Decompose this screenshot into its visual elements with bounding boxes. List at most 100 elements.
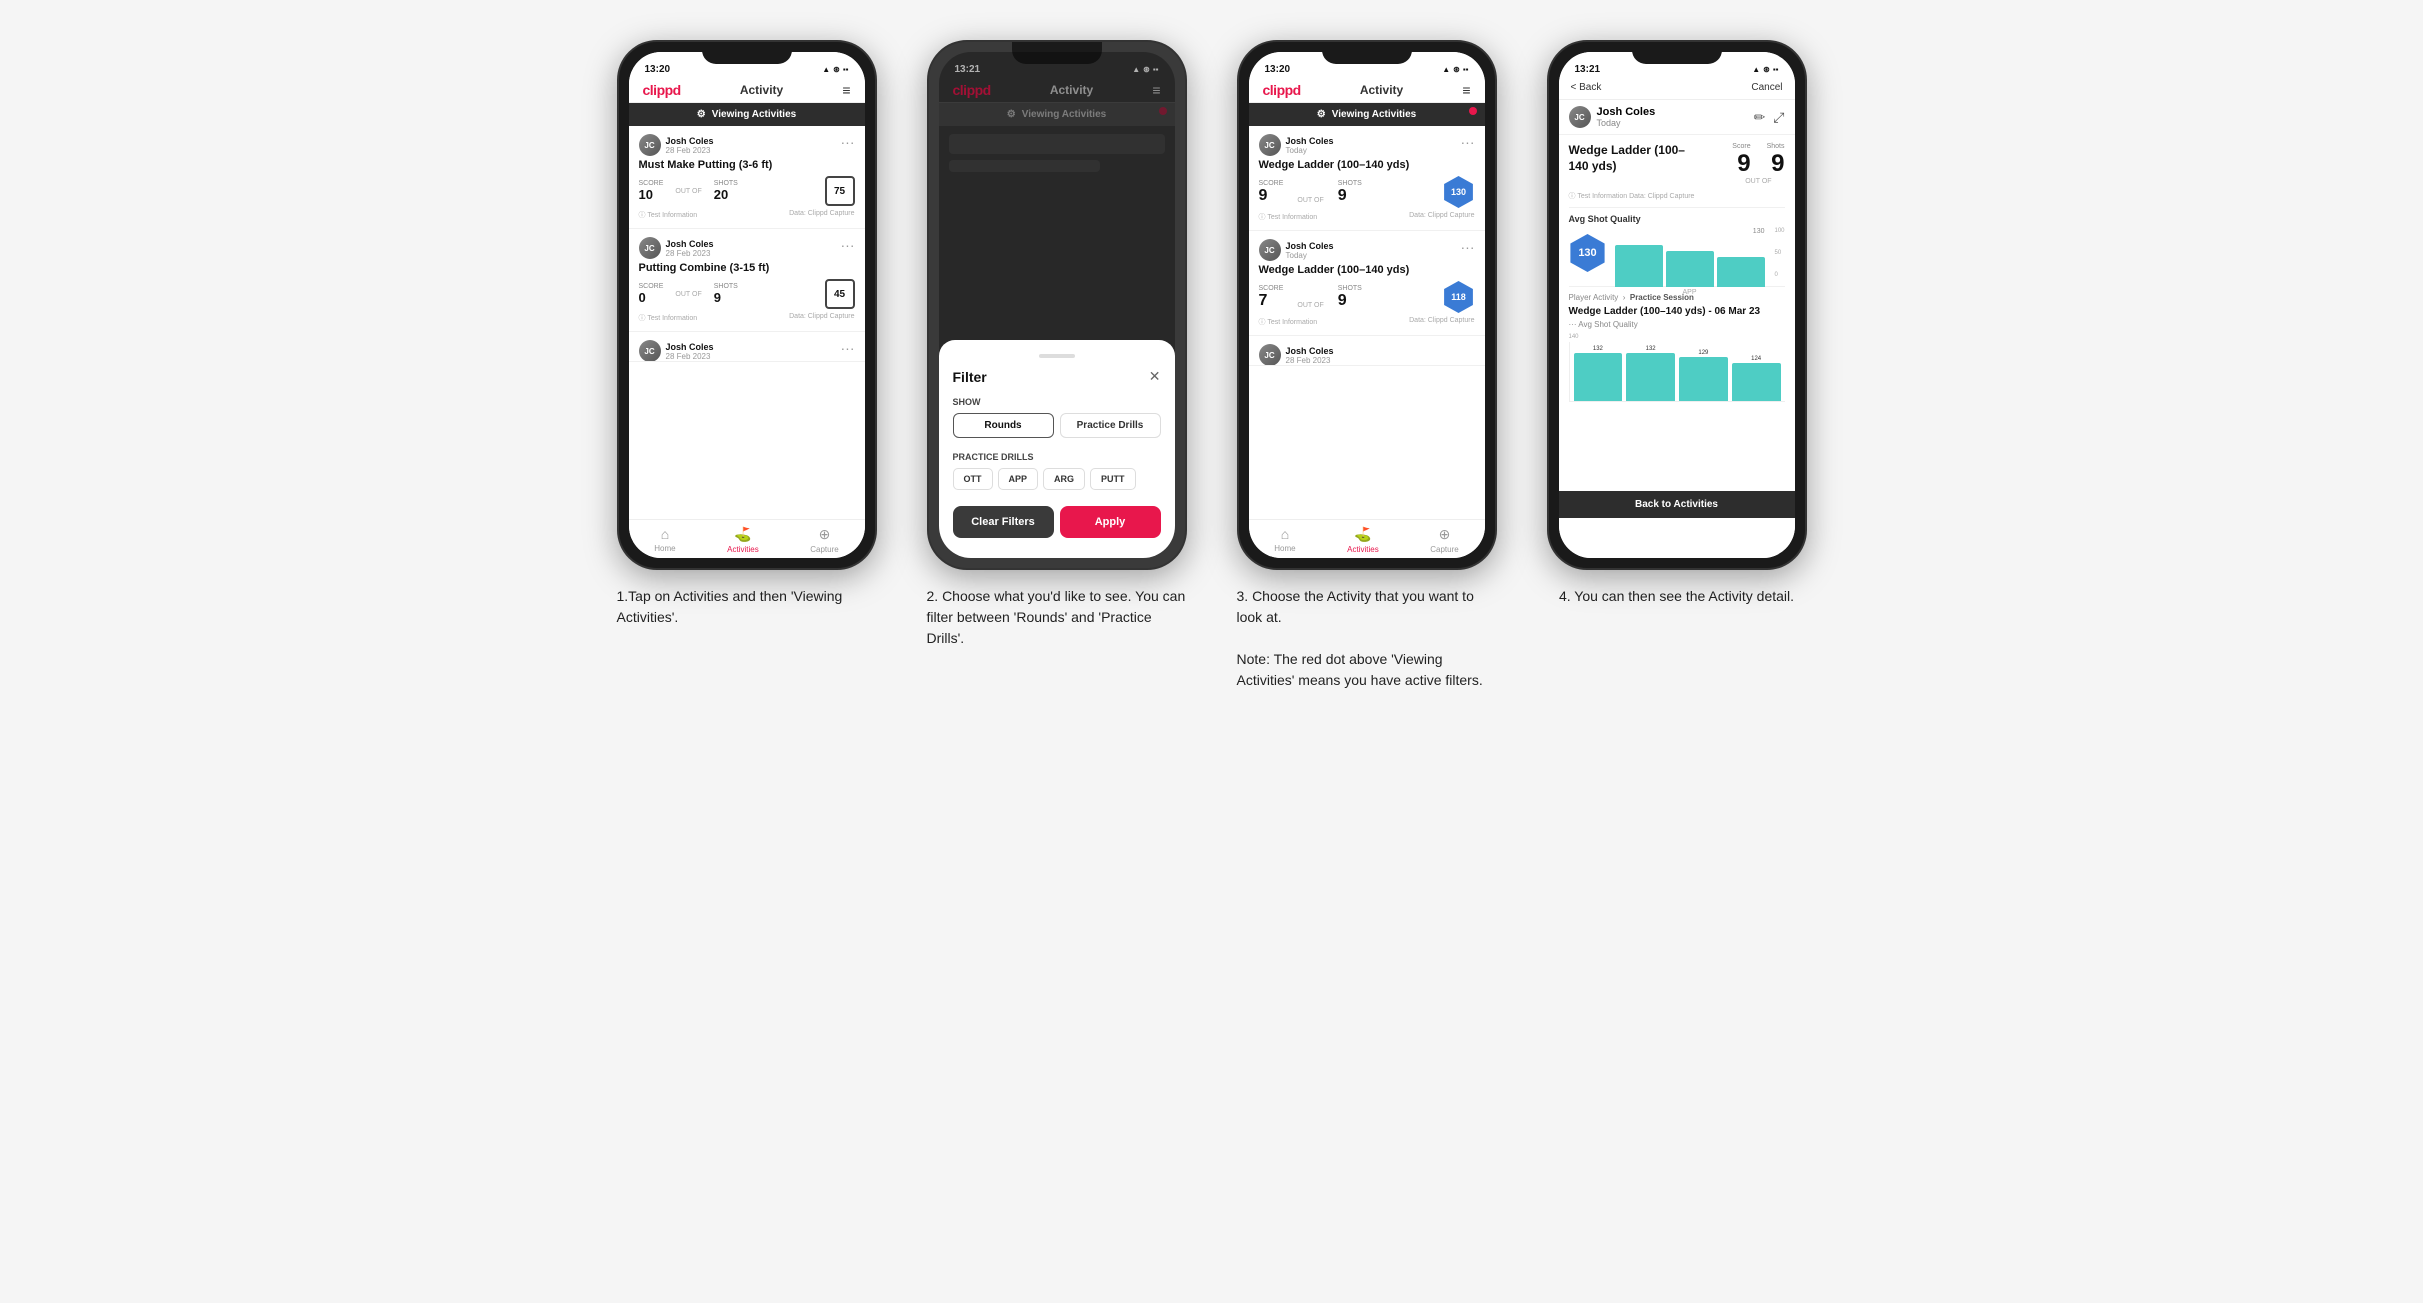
shot-quality-1-1: 75 xyxy=(825,176,855,206)
card-user-1-1: JC Josh Coles 28 Feb 2023 xyxy=(639,134,714,156)
card-user-3-1: JC Josh Coles Today xyxy=(1259,134,1334,156)
score-val-4: 9 xyxy=(1732,150,1750,178)
viewing-banner-3[interactable]: ⚙ Viewing Activities xyxy=(1249,103,1485,126)
tab-home-1[interactable]: ⌂ Home xyxy=(654,526,675,554)
back-to-activities-button[interactable]: Back to Activities xyxy=(1559,491,1795,518)
phone-1: 13:20 ▲ ⊛ ▪▪ clippd Activity ≡ ⚙ Viewi xyxy=(617,40,877,570)
hex-score-4: 130 xyxy=(1569,234,1607,272)
bar-col-4-1: 132 xyxy=(1574,346,1623,401)
user-name-3-2: Josh Coles xyxy=(1286,241,1334,251)
modal-actions: Clear Filters Apply xyxy=(953,506,1161,538)
notch-3 xyxy=(1322,42,1412,64)
modal-title: Filter xyxy=(953,369,987,385)
activity-card-3-2[interactable]: JC Josh Coles Today ··· Wedge Ladder (10… xyxy=(1249,231,1485,336)
avatar-3-2: JC xyxy=(1259,239,1281,261)
activity-card-1-3[interactable]: JC Josh Coles 28 Feb 2023 ··· xyxy=(629,332,865,362)
back-button-4[interactable]: < Back xyxy=(1571,82,1602,93)
card-header-1-3: JC Josh Coles 28 Feb 2023 ··· xyxy=(639,340,855,362)
phone-3-inner: 13:20 ▲ ⊛ ▪▪ clippd Activity ≡ ⚙ Viewi xyxy=(1249,52,1485,558)
score-block-3-1: Score 9 xyxy=(1259,180,1284,205)
shot-quality-3-2: 118 xyxy=(1443,281,1475,313)
card-header-1-1: JC Josh Coles 28 Feb 2023 ··· xyxy=(639,134,855,156)
user-info-3-2: Josh Coles Today xyxy=(1286,241,1334,260)
user-info-1-2: Josh Coles 28 Feb 2023 xyxy=(666,239,714,258)
activity-card-3-3[interactable]: JC Josh Coles 28 Feb 2023 xyxy=(1249,336,1485,366)
detail-title-4: Wedge Ladder (100–140 yds) xyxy=(1569,143,1689,174)
card-title-3-1: Wedge Ladder (100–140 yds) xyxy=(1259,159,1475,171)
three-dots-3-1[interactable]: ··· xyxy=(1461,134,1475,150)
putt-button[interactable]: PUTT xyxy=(1090,468,1136,490)
status-icons-4: ▲ ⊛ ▪▪ xyxy=(1752,65,1778,74)
caption-2: 2. Choose what you'd like to see. You ca… xyxy=(927,586,1187,649)
phone-col-3: 13:20 ▲ ⊛ ▪▪ clippd Activity ≡ ⚙ Viewi xyxy=(1227,40,1507,691)
cancel-button-4[interactable]: Cancel xyxy=(1751,82,1782,93)
mini-bar-4-3 xyxy=(1717,257,1765,287)
player-activity-label-4: Player Activity xyxy=(1569,293,1619,302)
filter-modal-overlay: Filter ✕ Show Rounds Practice Drills Pra… xyxy=(939,52,1175,558)
edit-icon-4[interactable]: ✏ xyxy=(1754,109,1766,126)
three-dots-1-2[interactable]: ··· xyxy=(841,237,855,253)
scroll-area-1: JC Josh Coles 28 Feb 2023 ··· Must Make … xyxy=(629,126,865,519)
detail-user-info-4: Josh Coles Today xyxy=(1597,106,1656,128)
time-3: 13:20 xyxy=(1265,64,1291,75)
three-dots-3-2[interactable]: ··· xyxy=(1461,239,1475,255)
rounds-button[interactable]: Rounds xyxy=(953,413,1054,438)
viewing-banner-1[interactable]: ⚙ Viewing Activities xyxy=(629,103,865,126)
score-block-1-1: Score 10 xyxy=(639,180,664,202)
clippd-logo-1: clippd xyxy=(643,82,681,98)
home-icon-3: ⌂ xyxy=(1281,526,1289,542)
expand-icon-4[interactable]: ⤢ xyxy=(1773,109,1784,126)
user-date-1-2: 28 Feb 2023 xyxy=(666,249,714,258)
activity-card-1-2[interactable]: JC Josh Coles 28 Feb 2023 ··· Putting Co… xyxy=(629,229,865,332)
app-button[interactable]: APP xyxy=(998,468,1039,490)
detail-user-name-4: Josh Coles xyxy=(1597,106,1656,118)
score-val-3-1: 9 xyxy=(1259,187,1268,205)
avatar-4: JC xyxy=(1569,106,1591,128)
card-user-1-3: JC Josh Coles 28 Feb 2023 xyxy=(639,340,714,362)
tab-activities-1[interactable]: ⛳ Activities xyxy=(727,526,759,554)
apply-button[interactable]: Apply xyxy=(1060,506,1161,538)
activity-card-3-1[interactable]: JC Josh Coles Today ··· Wedge Ladder (10… xyxy=(1249,126,1485,231)
phone-3: 13:20 ▲ ⊛ ▪▪ clippd Activity ≡ ⚙ Viewi xyxy=(1237,40,1497,570)
nav-bar-1: clippd Activity ≡ xyxy=(629,78,865,103)
shots-block-1-2: Shots 9 xyxy=(714,283,738,305)
avatar-1-2: JC xyxy=(639,237,661,259)
hamburger-1[interactable]: ≡ xyxy=(842,82,850,98)
card-user-3-2: JC Josh Coles Today xyxy=(1259,239,1334,261)
ott-button[interactable]: OTT xyxy=(953,468,993,490)
chart-y-labels-4: 100 50 0 xyxy=(1774,228,1784,278)
mini-bar-4-1 xyxy=(1615,245,1663,287)
phones-row: 13:20 ▲ ⊛ ▪▪ clippd Activity ≡ ⚙ Viewi xyxy=(607,40,1817,691)
nav-title-1: Activity xyxy=(740,83,783,97)
tab-activities-3[interactable]: ⛳ Activities xyxy=(1347,526,1379,554)
practice-drills-button[interactable]: Practice Drills xyxy=(1060,413,1161,438)
hamburger-3[interactable]: ≡ xyxy=(1462,82,1470,98)
arg-button[interactable]: ARG xyxy=(1043,468,1085,490)
user-name-1-1: Josh Coles xyxy=(666,136,714,146)
avg-shot-label-4: Avg Shot Quality xyxy=(1569,214,1785,224)
activity-card-1-1[interactable]: JC Josh Coles 28 Feb 2023 ··· Must Make … xyxy=(629,126,865,229)
bar-chart-4: 132 132 129 xyxy=(1569,342,1785,402)
bar-col-4-4: 124 xyxy=(1732,356,1781,401)
phone-col-4: 13:21 ▲ ⊛ ▪▪ < Back Cancel JC xyxy=(1537,40,1817,607)
bar-col-4-3: 129 xyxy=(1679,350,1728,401)
modal-close-icon[interactable]: ✕ xyxy=(1149,368,1161,385)
tab-capture-1[interactable]: ⊕ Capture xyxy=(810,526,838,554)
tab-capture-3[interactable]: ⊕ Capture xyxy=(1430,526,1458,554)
three-dots-1-3[interactable]: ··· xyxy=(841,340,855,356)
three-dots-1-1[interactable]: ··· xyxy=(841,134,855,150)
shots-block-1-1: Shots 20 xyxy=(714,180,738,202)
user-date-3-3: 28 Feb 2023 xyxy=(1286,356,1334,365)
activities-label-3: Activities xyxy=(1347,545,1379,554)
filter-icon-1: ⚙ xyxy=(697,109,706,120)
drill-buttons: OTT APP ARG PUTT xyxy=(953,468,1161,490)
bottom-tabs-3: ⌂ Home ⛳ Activities ⊕ Capture xyxy=(1249,519,1485,558)
clear-filters-button[interactable]: Clear Filters xyxy=(953,506,1054,538)
tab-home-3[interactable]: ⌂ Home xyxy=(1274,526,1295,554)
detail-title-row-4: Wedge Ladder (100–140 yds) Score 9 Shots… xyxy=(1569,143,1785,185)
red-dot-3 xyxy=(1469,107,1477,115)
card-stats-3-1: Score 9 OUT OF Shots 9 xyxy=(1259,176,1475,208)
divider-4 xyxy=(1569,207,1785,208)
score-val-1-2: 0 xyxy=(639,290,646,305)
user-date-3-2: Today xyxy=(1286,251,1334,260)
